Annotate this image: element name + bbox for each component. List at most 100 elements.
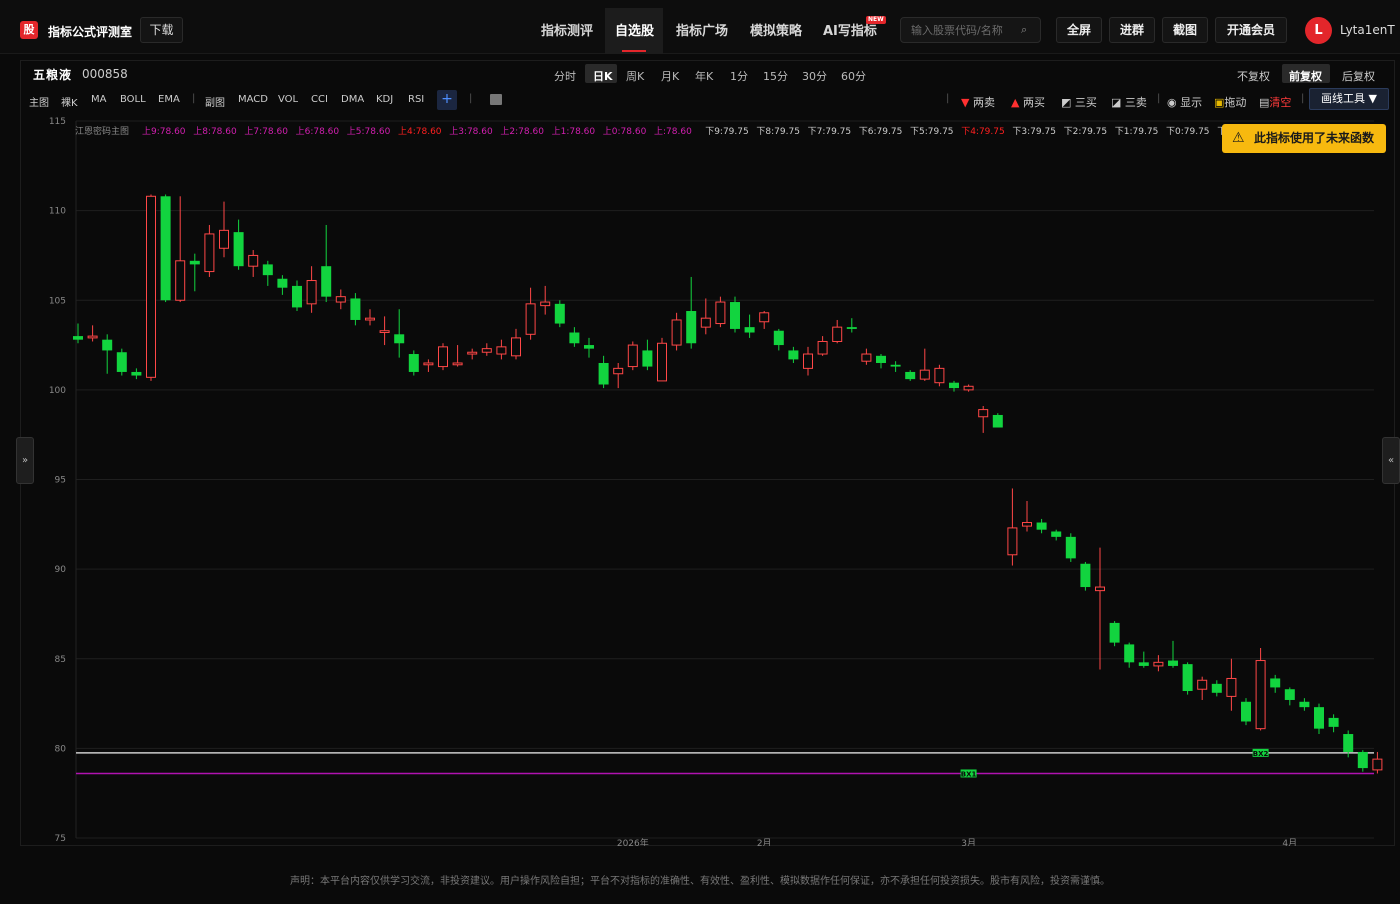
- candle-body: [481, 348, 492, 353]
- lock-icon: ▣: [1214, 96, 1225, 109]
- rights-none[interactable]: 不复权: [1237, 68, 1270, 84]
- add-indicator-button[interactable]: +: [437, 90, 457, 110]
- candle-body: [423, 362, 434, 366]
- indicator-ema[interactable]: EMA: [158, 94, 180, 105]
- tool-two-buy[interactable]: ▲ 两买: [1011, 94, 1045, 110]
- candle-body: [73, 336, 83, 340]
- tool-clear[interactable]: ▤清空: [1259, 94, 1291, 110]
- period-intraday[interactable]: 分时: [554, 68, 576, 84]
- period-daily[interactable]: 日K: [593, 68, 613, 84]
- candle-body: [1124, 644, 1135, 663]
- divider: |: [1301, 93, 1305, 104]
- candle-body: [438, 346, 448, 368]
- x-tick-label: 4月: [1282, 838, 1297, 846]
- legend-item: 上6:78.60: [296, 126, 340, 137]
- avatar[interactable]: L: [1305, 17, 1332, 44]
- warning-icon: ⚠: [1232, 130, 1245, 146]
- legend-item: 上8:78.60: [193, 126, 237, 137]
- trash-icon: ▤: [1259, 96, 1270, 109]
- candle-body: [1065, 536, 1076, 559]
- candle-body: [262, 264, 273, 276]
- tool-two-sell-label: 两卖: [972, 96, 995, 109]
- tool-drag[interactable]: ▣拖动: [1214, 94, 1246, 110]
- candle-body: [146, 195, 156, 378]
- tool-show[interactable]: ◉ 显示: [1167, 94, 1202, 110]
- indicator-boll[interactable]: BOLL: [120, 94, 146, 105]
- legend-item: 下0:79.75: [1166, 127, 1210, 137]
- nav-indicator-square[interactable]: 指标广场: [676, 20, 728, 39]
- tool-three-buy[interactable]: ◩ 三买: [1061, 94, 1097, 110]
- indicator-dma[interactable]: DMA: [341, 94, 364, 105]
- candle-body: [321, 266, 332, 297]
- screenshot-button[interactable]: 截图: [1162, 17, 1208, 43]
- candle-body: [277, 278, 288, 288]
- legend-item: 上0:78.60: [603, 126, 647, 137]
- tool-two-buy-label: 两买: [1022, 96, 1045, 109]
- rights-forward[interactable]: 前复权: [1289, 68, 1322, 84]
- stock-search-input[interactable]: [900, 17, 1041, 43]
- y-tick-label: 75: [55, 834, 66, 844]
- expand-right-button[interactable]: «: [1382, 437, 1400, 484]
- candlestick-chart[interactable]: 115 110 105 100 95 90 85 80 75 2026年 2月 3月 4月 江恩密码主图 上…: [22, 112, 1385, 846]
- main-chart-label: 主图: [29, 98, 49, 109]
- logo-icon[interactable]: 股: [20, 21, 38, 39]
- search-icon[interactable]: ⌕: [1021, 23, 1027, 37]
- rights-backward[interactable]: 后复权: [1342, 68, 1375, 84]
- x-tick-label: 2月: [757, 838, 772, 846]
- indicator-cci[interactable]: CCI: [311, 94, 328, 105]
- legend-item: 上4:78.60: [398, 126, 442, 137]
- candle-body: [1197, 679, 1208, 690]
- period-30min[interactable]: 30分: [802, 68, 827, 84]
- join-group-button[interactable]: 进群: [1109, 17, 1155, 43]
- nav-watchlist[interactable]: 自选股: [615, 20, 654, 39]
- expand-left-button[interactable]: »: [16, 437, 34, 484]
- candle-body: [905, 371, 916, 380]
- period-yearly[interactable]: 年K: [695, 68, 713, 84]
- fullscreen-button[interactable]: 全屏: [1056, 17, 1102, 43]
- candle-body: [1168, 660, 1178, 666]
- nav-indicator-review[interactable]: 指标测评: [541, 20, 593, 39]
- candle-body: [1080, 563, 1091, 588]
- period-monthly[interactable]: 月K: [661, 68, 679, 84]
- future-function-warning[interactable]: ⚠ 此指标使用了未来函数: [1222, 124, 1386, 153]
- period-1min[interactable]: 1分: [730, 68, 748, 84]
- tool-two-sell[interactable]: ▼ 两卖: [961, 94, 995, 110]
- candle-body: [744, 327, 755, 333]
- indicator-rsi[interactable]: RSI: [408, 94, 424, 105]
- candle-body: [627, 344, 638, 368]
- indicator-ma[interactable]: MA: [91, 94, 106, 105]
- tool-clear-label: 清空: [1269, 96, 1292, 109]
- candle-body: [832, 326, 843, 342]
- save-icon[interactable]: [490, 94, 502, 105]
- candle-body: [365, 317, 375, 321]
- indicator-kdj[interactable]: KDJ: [376, 94, 393, 105]
- candle-body: [248, 254, 259, 267]
- username[interactable]: Lyta1enT: [1340, 23, 1395, 37]
- candle-body: [1270, 678, 1281, 688]
- period-15min[interactable]: 15分: [763, 68, 788, 84]
- candle-body: [803, 353, 813, 369]
- candle-body: [700, 317, 711, 328]
- legend-item: 下3:79.75: [1012, 127, 1056, 137]
- indicator-macd[interactable]: MACD: [238, 94, 268, 105]
- candle-body: [584, 345, 594, 349]
- nav-simulated-strategy[interactable]: 模拟策略: [750, 20, 802, 39]
- down-triangle-icon: ▼: [961, 96, 970, 109]
- candle-body: [773, 330, 784, 346]
- period-60min[interactable]: 60分: [841, 68, 866, 84]
- candle-body: [1022, 522, 1032, 527]
- candle-body: [496, 346, 507, 355]
- indicator-vol[interactable]: VOL: [278, 94, 298, 105]
- download-button[interactable]: 下载: [140, 17, 183, 43]
- membership-button[interactable]: 开通会员: [1215, 17, 1287, 43]
- brand-title[interactable]: 指标公式评测室: [48, 23, 132, 40]
- tool-three-sell[interactable]: ◪ 三卖: [1111, 94, 1147, 110]
- legend-item: 上1:78.60: [552, 126, 596, 137]
- candle-body: [876, 355, 886, 363]
- candle-body: [554, 303, 565, 324]
- drawing-tools-dropdown[interactable]: 画线工具 ▼: [1309, 88, 1389, 110]
- period-weekly[interactable]: 周K: [626, 68, 644, 84]
- candle-body: [292, 285, 302, 308]
- candle-body: [87, 335, 98, 339]
- indicator-naked-k[interactable]: 裸K: [61, 94, 78, 109]
